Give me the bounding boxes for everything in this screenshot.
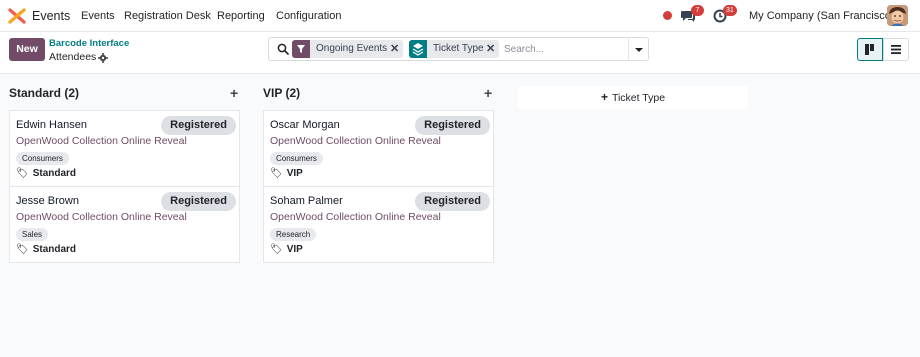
attendee-name: Soham Palmer [270, 195, 343, 207]
recording-indicator-icon[interactable] [663, 11, 672, 20]
plus-icon: + [600, 90, 608, 104]
event-name: OpenWood Collection Online Reveal [16, 135, 187, 147]
search-options-toggle[interactable] [628, 38, 648, 60]
quick-create-standard-icon[interactable]: + [230, 85, 238, 101]
column-title-standard: Standard (2) [9, 86, 80, 100]
remove-facet-ongoing-events-icon[interactable]: ✕ [390, 42, 399, 55]
ticket-type: 🏷 Standard [16, 244, 76, 255]
caret-down-icon [635, 48, 643, 52]
quick-create-vip-icon[interactable]: + [484, 85, 492, 101]
attendee-card[interactable]: Jesse Brown Registered OpenWood Collecti… [9, 186, 240, 263]
gear-icon[interactable] [98, 53, 108, 63]
kanban-icon [865, 44, 874, 55]
user-avatar[interactable] [887, 5, 908, 26]
search-icon[interactable] [277, 43, 289, 55]
status-badge[interactable]: Registered [161, 192, 236, 211]
ticket-label: VIP [286, 244, 303, 255]
tag-badge: Research [270, 228, 317, 241]
menu-configuration[interactable]: Configuration [276, 10, 341, 22]
control-panel: New Barcode Interface Attendees Ongoing … [0, 32, 920, 74]
ticket-icon: 🏷 [270, 168, 283, 179]
layers-icon [409, 40, 427, 58]
menu-registration-desk[interactable]: Registration Desk [124, 10, 211, 22]
new-button[interactable]: New [9, 38, 45, 61]
messages-count-badge: 7 [691, 5, 704, 16]
attendee-name: Oscar Morgan [270, 119, 340, 131]
ticket-type: 🏷 VIP [270, 244, 303, 255]
list-icon [891, 45, 901, 54]
event-name: OpenWood Collection Online Reveal [16, 211, 187, 223]
top-navbar: Events Events Registration Desk Reportin… [0, 0, 920, 32]
list-view-button[interactable] [883, 38, 909, 61]
ticket-icon: 🏷 [16, 244, 29, 255]
ticket-type: 🏷 VIP [270, 168, 303, 179]
attendee-card[interactable]: Soham Palmer Registered OpenWood Collect… [263, 186, 494, 263]
event-name: OpenWood Collection Online Reveal [270, 211, 441, 223]
menu-reporting[interactable]: Reporting [217, 10, 265, 22]
ticket-label: VIP [286, 168, 303, 179]
kanban-view-button[interactable] [857, 38, 883, 61]
add-ticket-type-column-button[interactable]: + Ticket Type [518, 86, 748, 109]
tag-badge: Sales [16, 228, 49, 241]
facet-ongoing-events: Ongoing Events ✕ [292, 40, 403, 58]
attendee-name: Jesse Brown [16, 195, 79, 207]
status-badge[interactable]: Registered [415, 192, 490, 211]
app-name[interactable]: Events [32, 9, 70, 23]
ticket-icon: 🏷 [270, 244, 283, 255]
search-bar: Ongoing Events ✕ Ticket Type ✕ [268, 37, 649, 61]
status-badge[interactable]: Registered [161, 116, 236, 135]
remove-facet-ticket-type-icon[interactable]: ✕ [486, 42, 495, 55]
activities-count-badge: 31 [723, 5, 737, 16]
search-input[interactable] [504, 40, 624, 58]
attendee-card[interactable]: Edwin Hansen Registered OpenWood Collect… [9, 110, 240, 187]
column-title-vip: VIP (2) [263, 86, 301, 100]
company-switcher[interactable]: My Company (San Francisco) [749, 10, 895, 22]
facet-label: Ticket Type [433, 43, 484, 54]
filter-icon [292, 40, 310, 58]
breadcrumb-barcode-interface[interactable]: Barcode Interface [49, 38, 129, 49]
ticket-icon: 🏷 [16, 168, 29, 179]
facet-label: Ongoing Events [316, 43, 388, 54]
ticket-label: Standard [32, 244, 77, 255]
event-name: OpenWood Collection Online Reveal [270, 135, 441, 147]
events-app-logo[interactable] [8, 8, 26, 24]
add-column-label: Ticket Type [611, 92, 666, 104]
tag-badge: Consumers [270, 152, 323, 165]
tag-badge: Consumers [16, 152, 69, 165]
menu-events[interactable]: Events [81, 10, 115, 22]
attendee-card[interactable]: Oscar Morgan Registered OpenWood Collect… [263, 110, 494, 187]
facet-ticket-type: Ticket Type ✕ [409, 40, 499, 58]
ticket-label: Standard [32, 168, 77, 179]
ticket-type: 🏷 Standard [16, 168, 76, 179]
page-title: Attendees [49, 51, 97, 63]
status-badge[interactable]: Registered [415, 116, 490, 135]
attendee-name: Edwin Hansen [16, 119, 87, 131]
